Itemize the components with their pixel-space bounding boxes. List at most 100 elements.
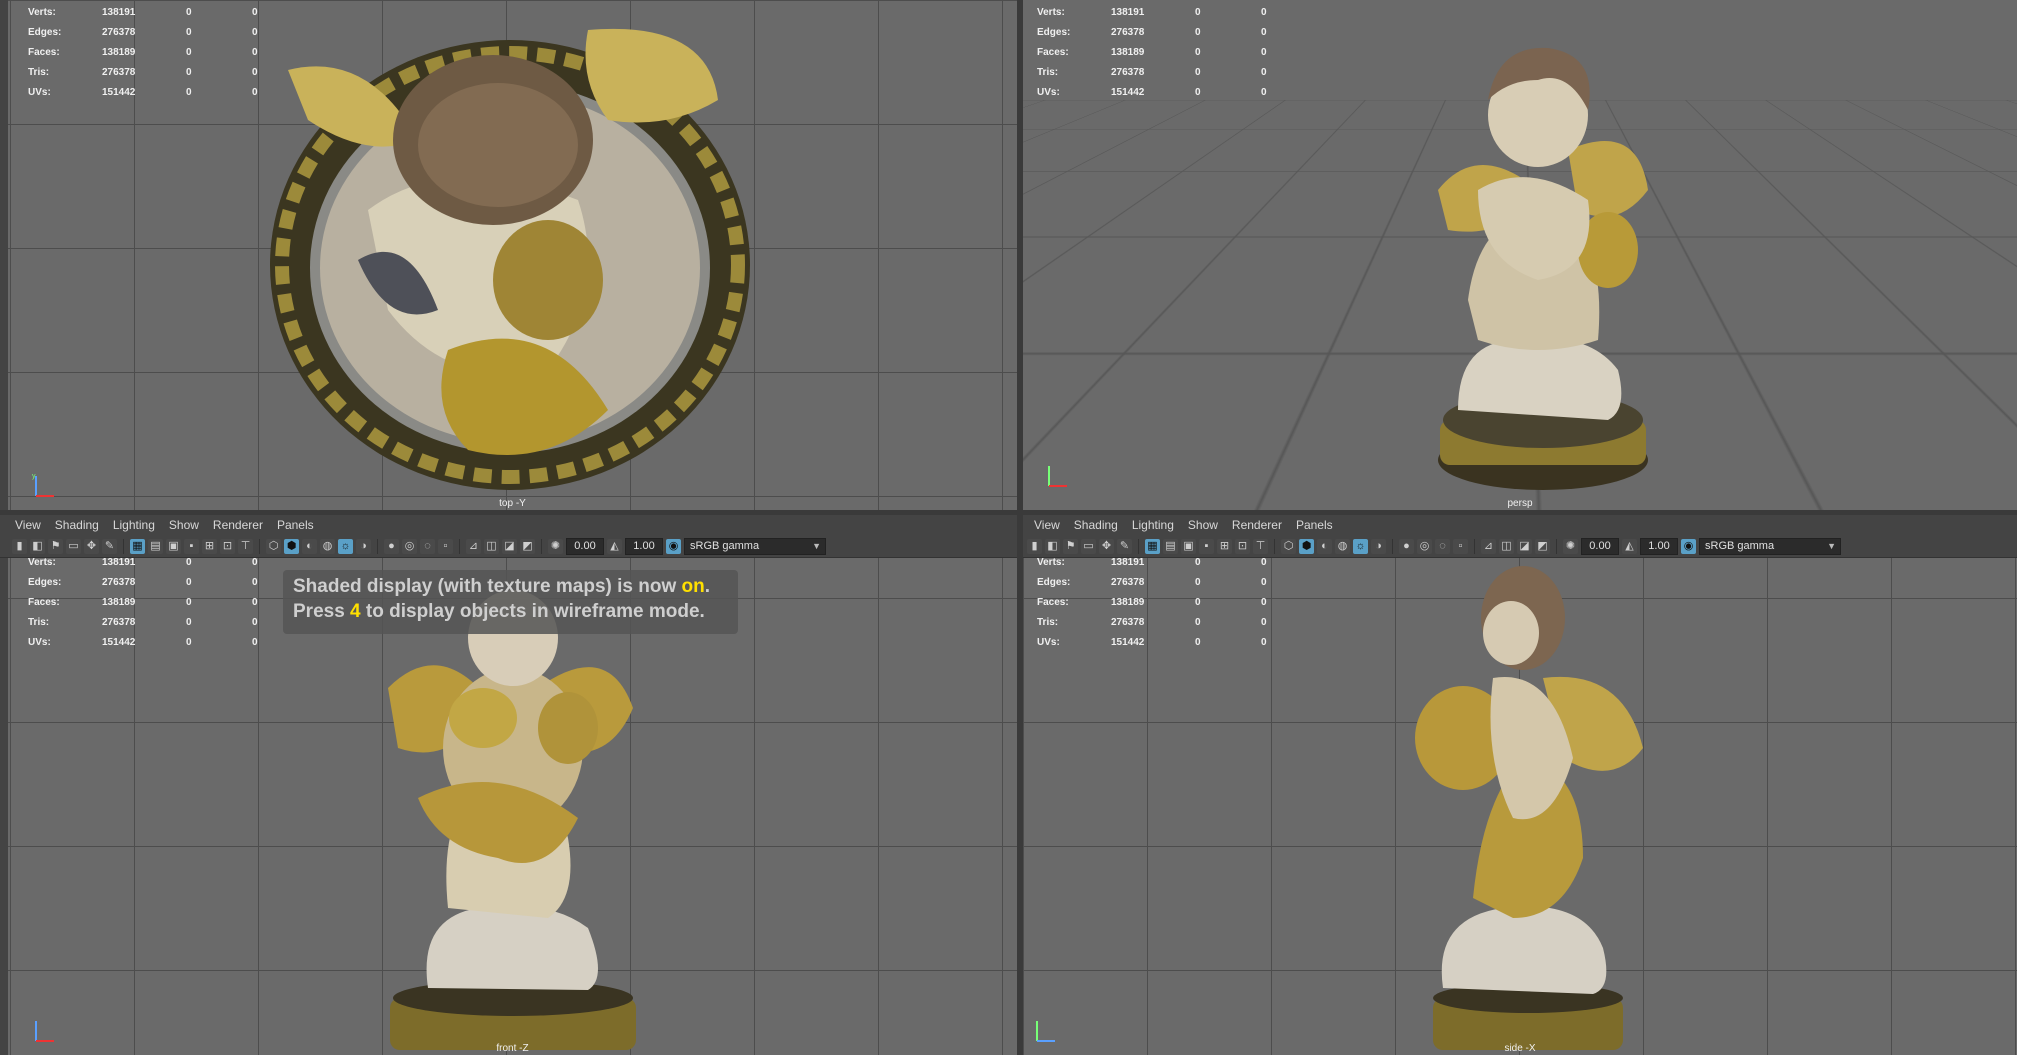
toolbar-separator — [1138, 538, 1139, 554]
image-plane-icon[interactable]: ▭ — [66, 538, 81, 554]
depth-of-field-icon[interactable]: ▫ — [438, 538, 453, 554]
statue-side-view[interactable] — [1403, 558, 1643, 1053]
poly-count-hud: Verts: 138191 0 0 Edges: 276378 0 0 Faces: 1381… — [1037, 6, 1267, 98]
gamma-icon[interactable]: ◭ — [607, 538, 622, 554]
xray-joints-icon[interactable]: ◪ — [1517, 538, 1532, 554]
wireframe-icon[interactable]: ⬡ — [1281, 538, 1296, 554]
image-plane-icon[interactable]: ▭ — [1081, 538, 1096, 554]
panel-menu-bar: View Shading Lighting Show Renderer Pane… — [1023, 515, 2017, 535]
menu-show[interactable]: Show — [162, 518, 206, 532]
anti-aliasing-icon[interactable]: ◌ — [1435, 538, 1450, 554]
toolbar-separator — [1392, 538, 1393, 554]
safe-action-icon[interactable]: ⊡ — [220, 538, 235, 554]
grid-toggle-icon[interactable]: ▦ — [130, 538, 145, 554]
camera-label: side -X — [1504, 1043, 1536, 1054]
camera-attributes-icon[interactable]: ◧ — [1045, 538, 1060, 554]
menu-lighting[interactable]: Lighting — [1125, 518, 1181, 532]
viewport-canvas[interactable]: Verts: 138191 0 0 Edges: 276378 0 0 Faces: 1381… — [1023, 558, 2017, 1055]
safe-title-icon[interactable]: ⊤ — [238, 538, 253, 554]
camera-attributes-icon[interactable]: ◧ — [30, 538, 45, 554]
anti-aliasing-icon[interactable]: ◌ — [420, 538, 435, 554]
ambient-occlusion-icon[interactable]: ● — [384, 538, 399, 554]
safe-title-icon[interactable]: ⊤ — [1253, 538, 1268, 554]
menu-view[interactable]: View — [8, 518, 48, 532]
exposure-icon[interactable]: ✺ — [1563, 538, 1578, 554]
statue-front-view[interactable] — [378, 578, 648, 1053]
grid-toggle-icon[interactable]: ▦ — [1145, 538, 1160, 554]
message-line-1: Shaded display (with texture maps) is no… — [293, 576, 711, 597]
exposure-field[interactable]: 0.00 — [1581, 537, 1619, 555]
gamma-field[interactable]: 1.00 — [625, 537, 663, 555]
isolate-select-icon[interactable]: ⊿ — [466, 538, 481, 554]
viewport-canvas[interactable]: Verts: 138191 0 0 Edges: 276378 0 0 Faces: 1381… — [1023, 0, 2017, 510]
motion-blur-icon[interactable]: ◎ — [402, 538, 417, 554]
exposure-icon[interactable]: ✺ — [548, 538, 563, 554]
camera-select-icon[interactable]: ▮ — [12, 538, 27, 554]
camera-label: front -Z — [496, 1043, 529, 1054]
viewport-persp[interactable]: Verts: 138191 0 0 Edges: 276378 0 0 Faces: 1381… — [1023, 0, 2017, 510]
gate-mask-icon[interactable]: ▪ — [1199, 538, 1214, 554]
isolate-select-icon[interactable]: ⊿ — [1481, 538, 1496, 554]
view-transform-select[interactable]: sRGB gamma ▼ — [1699, 537, 1841, 555]
viewport-top[interactable]: Verts: 138191 0 0 Edges: 276378 0 0 Faces: 1381… — [0, 0, 1017, 510]
bookmark-icon[interactable]: ⚑ — [48, 538, 63, 554]
field-chart-icon[interactable]: ⊞ — [1217, 538, 1232, 554]
statue-top-view[interactable] — [248, 10, 788, 500]
chevron-down-icon: ▼ — [1827, 540, 1836, 551]
wireframe-on-shaded-icon[interactable]: ◐ — [1317, 538, 1332, 554]
depth-of-field-icon[interactable]: ▫ — [1453, 538, 1468, 554]
chevron-down-icon: ▼ — [812, 540, 821, 551]
smooth-shade-icon[interactable]: ⬢ — [1299, 538, 1314, 554]
xray-joints-icon[interactable]: ◪ — [502, 538, 517, 554]
resolution-gate-icon[interactable]: ▣ — [1181, 538, 1196, 554]
field-chart-icon[interactable]: ⊞ — [202, 538, 217, 554]
toolbar-separator — [259, 538, 260, 554]
panel-toolbar: ▮ ◧ ⚑ ▭ ✥ ✎ ▦ ▤ ▣ ▪ ⊞ ⊡ ⊤ ⬡ ⬢ ◐ ◍ ☼ ◑ ● … — [0, 535, 1017, 558]
menu-panels[interactable]: Panels — [1289, 518, 1340, 532]
axis-gizmo-icon — [1036, 1021, 1055, 1042]
menu-renderer[interactable]: Renderer — [206, 518, 270, 532]
xray-icon[interactable]: ◫ — [484, 538, 499, 554]
motion-blur-icon[interactable]: ◎ — [1417, 538, 1432, 554]
bookmark-icon[interactable]: ⚑ — [1063, 538, 1078, 554]
xray-components-icon[interactable]: ◩ — [1535, 538, 1550, 554]
grease-pencil-icon[interactable]: ✎ — [102, 538, 117, 554]
statue-persp-view[interactable] — [1418, 40, 1668, 505]
two-d-pan-icon[interactable]: ✥ — [1099, 538, 1114, 554]
film-gate-icon[interactable]: ▤ — [148, 538, 163, 554]
shadows-icon[interactable]: ◑ — [356, 538, 371, 554]
color-management-icon[interactable]: ◉ — [1681, 538, 1696, 554]
exposure-field[interactable]: 0.00 — [566, 537, 604, 555]
smooth-shade-icon[interactable]: ⬢ — [284, 538, 299, 554]
menu-shading[interactable]: Shading — [48, 518, 106, 532]
menu-panels[interactable]: Panels — [270, 518, 321, 532]
menu-shading[interactable]: Shading — [1067, 518, 1125, 532]
gamma-icon[interactable]: ◭ — [1622, 538, 1637, 554]
ambient-occlusion-icon[interactable]: ● — [1399, 538, 1414, 554]
camera-select-icon[interactable]: ▮ — [1027, 538, 1042, 554]
two-d-pan-icon[interactable]: ✥ — [84, 538, 99, 554]
menu-show[interactable]: Show — [1181, 518, 1225, 532]
wireframe-icon[interactable]: ⬡ — [266, 538, 281, 554]
wireframe-on-shaded-icon[interactable]: ◐ — [302, 538, 317, 554]
view-transform-select[interactable]: sRGB gamma ▼ — [684, 537, 826, 555]
resolution-gate-icon[interactable]: ▣ — [166, 538, 181, 554]
textured-icon[interactable]: ◍ — [320, 538, 335, 554]
viewport-side[interactable]: View Shading Lighting Show Renderer Pane… — [1023, 515, 2017, 1055]
xray-icon[interactable]: ◫ — [1499, 538, 1514, 554]
viewport-canvas[interactable]: Verts: 138191 0 0 Edges: 276378 0 0 Faces: 1381… — [8, 0, 1017, 510]
menu-view[interactable]: View — [1027, 518, 1067, 532]
menu-renderer[interactable]: Renderer — [1225, 518, 1289, 532]
xray-components-icon[interactable]: ◩ — [520, 538, 535, 554]
use-all-lights-icon[interactable]: ☼ — [338, 538, 353, 554]
grease-pencil-icon[interactable]: ✎ — [1117, 538, 1132, 554]
safe-action-icon[interactable]: ⊡ — [1235, 538, 1250, 554]
use-all-lights-icon[interactable]: ☼ — [1353, 538, 1368, 554]
shadows-icon[interactable]: ◑ — [1371, 538, 1386, 554]
gate-mask-icon[interactable]: ▪ — [184, 538, 199, 554]
textured-icon[interactable]: ◍ — [1335, 538, 1350, 554]
gamma-field[interactable]: 1.00 — [1640, 537, 1678, 555]
color-management-icon[interactable]: ◉ — [666, 538, 681, 554]
film-gate-icon[interactable]: ▤ — [1163, 538, 1178, 554]
menu-lighting[interactable]: Lighting — [106, 518, 162, 532]
